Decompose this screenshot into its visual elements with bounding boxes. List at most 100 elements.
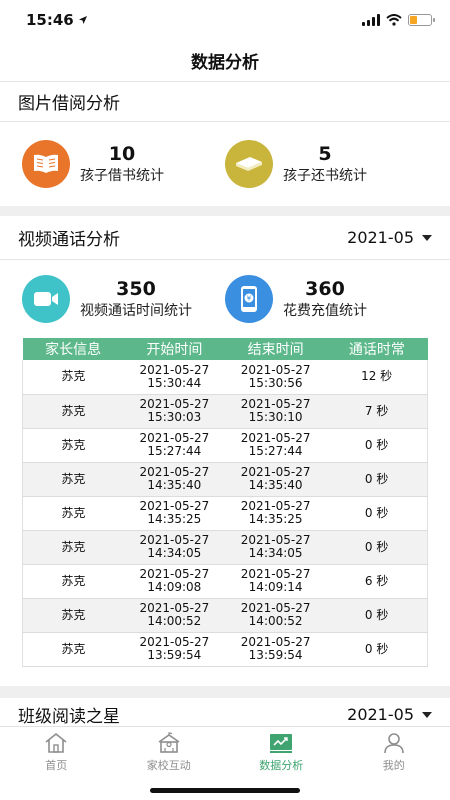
table-body: 苏克 2021-05-27 15:30:44 2021-05-27 15:30:56 12… xyxy=(21,360,429,667)
closed-book-icon xyxy=(225,140,273,188)
video-time-label: 视频通话时间统计 xyxy=(80,303,192,319)
cell-parent: 苏克 xyxy=(21,462,124,497)
borrow-label: 孩子借书统计 xyxy=(80,168,164,184)
return-count: 5 xyxy=(318,143,332,165)
cell-start-time: 2021-05-27 14:09:08 xyxy=(123,564,225,599)
battery-icon xyxy=(408,14,435,26)
recharge-label: 花费充值统计 xyxy=(283,303,367,319)
tab-home-school-label: 家校互动 xyxy=(146,759,191,772)
phone-yen-icon: ¥ xyxy=(225,275,273,323)
home-indicator[interactable] xyxy=(150,788,300,793)
cell-start-time: 2021-05-27 15:30:03 xyxy=(123,394,225,429)
chevron-down-icon xyxy=(422,711,432,718)
video-section-title: 视频通话分析 xyxy=(18,230,120,250)
call-records-table: 家长信息 开始时间 结束时间 通话时常 苏克 2021-05-27 15:30:44… xyxy=(21,338,429,667)
star-month-select[interactable]: 2021-05 xyxy=(347,705,432,724)
table-row: 苏克 2021-05-27 15:27:44 2021-05-27 15:27:44 0 … xyxy=(21,428,429,463)
header-duration: 通话时常 xyxy=(326,338,428,360)
section-divider xyxy=(0,685,450,698)
tab-data-analysis[interactable]: 数据分析 xyxy=(225,727,338,778)
cell-end-time: 2021-05-27 14:35:40 xyxy=(225,462,327,497)
cell-end-time: 2021-05-27 15:30:56 xyxy=(225,360,327,395)
borrow-stat-text: 10 孩子借书统计 xyxy=(80,142,164,186)
cell-parent: 苏克 xyxy=(21,428,124,463)
cell-duration: 7 秒 xyxy=(326,394,429,429)
person-icon xyxy=(383,733,404,754)
video-section-header: 视频通话分析 2021-05 xyxy=(0,216,450,260)
school-icon xyxy=(158,732,180,753)
cell-start-time: 2021-05-27 15:30:44 xyxy=(123,360,225,395)
table-header-row: 家长信息 开始时间 结束时间 通话时常 xyxy=(22,338,428,360)
recharge-count: 360 xyxy=(305,278,345,300)
cell-end-time: 2021-05-27 15:27:44 xyxy=(225,428,327,463)
cell-duration: 0 秒 xyxy=(326,632,429,667)
video-stats-row: 350 视频通话时间统计 ¥ 360 花费充值统计 xyxy=(0,260,450,338)
video-time-stat-text: 350 视频通话时间统计 xyxy=(80,277,192,321)
return-stat-text: 5 孩子还书统计 xyxy=(283,142,367,186)
tab-home-label: 首页 xyxy=(45,759,68,772)
call-table-wrap: 家长信息 开始时间 结束时间 通话时常 苏克 2021-05-27 15:30:44… xyxy=(0,338,450,667)
cell-duration: 0 秒 xyxy=(326,462,429,497)
video-camera-icon xyxy=(22,275,70,323)
cell-parent: 苏克 xyxy=(21,564,124,599)
cell-duration: 0 秒 xyxy=(326,530,429,565)
star-month-value: 2021-05 xyxy=(347,705,414,724)
cell-end-time: 2021-05-27 13:59:54 xyxy=(225,632,327,667)
cell-duration: 12 秒 xyxy=(326,360,429,395)
cell-parent: 苏克 xyxy=(21,496,124,531)
section-divider xyxy=(0,206,450,216)
cell-start-time: 2021-05-27 14:00:52 xyxy=(123,598,225,633)
cell-parent: 苏克 xyxy=(21,598,124,633)
cell-parent: 苏克 xyxy=(21,530,124,565)
chevron-down-icon xyxy=(422,234,432,241)
page-title: 数据分析 xyxy=(0,40,450,82)
tab-home[interactable]: 首页 xyxy=(0,727,113,778)
video-month-value: 2021-05 xyxy=(347,228,414,247)
cell-signal-icon xyxy=(362,14,380,26)
tab-home-school[interactable]: 家校互动 xyxy=(113,727,226,778)
cell-start-time: 2021-05-27 13:59:54 xyxy=(123,632,225,667)
borrow-stat[interactable]: 10 孩子借书统计 xyxy=(22,140,225,188)
header-end: 结束时间 xyxy=(225,338,327,360)
header-start: 开始时间 xyxy=(123,338,225,360)
table-row: 苏克 2021-05-27 14:35:40 2021-05-27 14:35:40 0 … xyxy=(21,462,429,497)
cell-end-time: 2021-05-27 14:09:14 xyxy=(225,564,327,599)
cell-end-time: 2021-05-27 14:34:05 xyxy=(225,530,327,565)
video-month-select[interactable]: 2021-05 xyxy=(347,228,432,247)
table-row: 苏克 2021-05-27 14:34:05 2021-05-27 14:34:05 0 … xyxy=(21,530,429,565)
table-row: 苏克 2021-05-27 14:00:52 2021-05-27 14:00:52 0 … xyxy=(21,598,429,633)
borrow-count: 10 xyxy=(108,143,136,165)
cell-start-time: 2021-05-27 14:35:40 xyxy=(123,462,225,497)
cell-duration: 0 秒 xyxy=(326,496,429,531)
cell-duration: 6 秒 xyxy=(326,564,429,599)
cell-parent: 苏克 xyxy=(21,394,124,429)
table-row: 苏克 2021-05-27 15:30:03 2021-05-27 15:30:10 7 … xyxy=(21,394,429,429)
table-row: 苏克 2021-05-27 14:09:08 2021-05-27 14:09:14 6 … xyxy=(21,564,429,599)
tab-mine-label: 我的 xyxy=(382,759,405,772)
cell-start-time: 2021-05-27 15:27:44 xyxy=(123,428,225,463)
status-icons xyxy=(362,14,435,26)
tab-bar: 首页 家校互动 数据分析 我的 xyxy=(0,726,450,778)
cell-start-time: 2021-05-27 14:34:05 xyxy=(123,530,225,565)
cell-start-time: 2021-05-27 14:35:25 xyxy=(123,496,225,531)
location-arrow-icon xyxy=(78,16,87,24)
return-label: 孩子还书统计 xyxy=(283,168,367,184)
header-parent: 家长信息 xyxy=(22,338,124,360)
table-row: 苏克 2021-05-27 14:35:25 2021-05-27 14:35:25 0 … xyxy=(21,496,429,531)
tab-mine[interactable]: 我的 xyxy=(338,727,450,778)
cell-parent: 苏克 xyxy=(21,632,124,667)
cell-end-time: 2021-05-27 14:35:25 xyxy=(225,496,327,531)
cell-end-time: 2021-05-27 15:30:10 xyxy=(225,394,327,429)
picture-stats-row: 10 孩子借书统计 5 孩子还书统计 xyxy=(0,122,450,206)
video-time-count: 350 xyxy=(116,278,156,300)
cell-duration: 0 秒 xyxy=(326,428,429,463)
cell-duration: 0 秒 xyxy=(326,598,429,633)
star-section-title: 班级阅读之星 xyxy=(18,707,120,727)
svg-text:¥: ¥ xyxy=(247,295,252,303)
open-book-icon xyxy=(22,140,70,188)
return-stat[interactable]: 5 孩子还书统计 xyxy=(225,140,428,188)
picture-section-title: 图片借阅分析 xyxy=(18,94,120,114)
table-row: 苏克 2021-05-27 13:59:54 2021-05-27 13:59:54 0 … xyxy=(21,632,429,667)
recharge-stat[interactable]: ¥ 360 花费充值统计 xyxy=(225,275,428,323)
video-time-stat[interactable]: 350 视频通话时间统计 xyxy=(22,275,225,323)
